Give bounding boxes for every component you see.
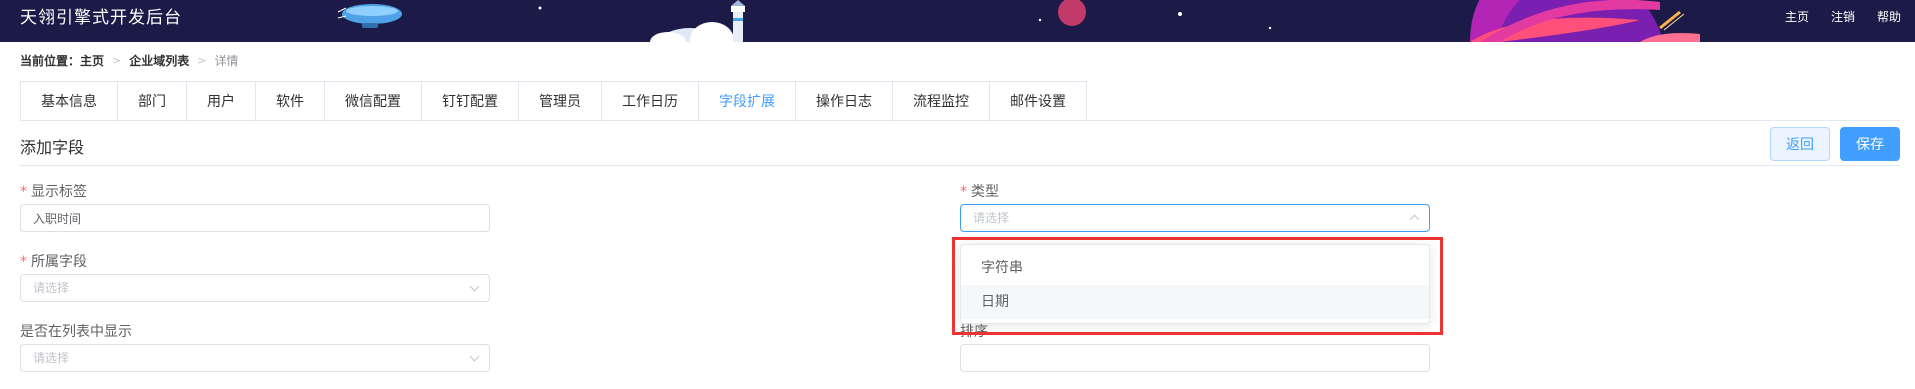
show-in-list-select[interactable]: [20, 344, 490, 372]
tab-mail-settings[interactable]: 邮件设置: [990, 82, 1086, 122]
breadcrumb: 当前位置： 主页 > 企业域列表 > 详情: [20, 52, 239, 69]
tab-field-extension[interactable]: 字段扩展: [699, 82, 796, 122]
tab-workflow-monitor[interactable]: 流程监控: [893, 82, 990, 122]
field-select[interactable]: [20, 274, 490, 302]
comet-icon: [1659, 10, 1685, 31]
chevron-right-icon: >: [112, 54, 122, 67]
tab-divider: [20, 120, 1900, 121]
planet-icon: [1058, 0, 1086, 26]
required-mark: *: [20, 254, 27, 270]
nav-help-link[interactable]: 帮助: [1877, 8, 1901, 25]
show-in-list-label: 是否在列表中显示: [20, 324, 132, 340]
tab-admins[interactable]: 管理员: [519, 82, 602, 122]
lighthouse-icon: [731, 0, 745, 42]
tab-department[interactable]: 部门: [118, 82, 187, 122]
sort-input[interactable]: [960, 344, 1430, 372]
required-mark: *: [960, 184, 967, 200]
tab-wechat-config[interactable]: 微信配置: [325, 82, 422, 122]
show-in-list-select-input[interactable]: [20, 344, 490, 372]
section-title: 添加字段: [20, 138, 85, 157]
type-select[interactable]: [960, 204, 1430, 232]
large-planet-icon: [1470, 0, 1700, 42]
type-label: * 类型: [960, 181, 999, 201]
top-header: 天翎引擎式开发后台 主页 注销 帮助: [0, 0, 1915, 42]
save-button[interactable]: 保存: [1840, 127, 1900, 161]
section-divider: [20, 165, 1900, 166]
display-label-label: * 显示标签: [20, 181, 87, 201]
tab-operation-log[interactable]: 操作日志: [796, 82, 893, 122]
app-title: 天翎引擎式开发后台: [20, 8, 182, 28]
display-label-input[interactable]: [20, 204, 490, 232]
required-mark: *: [20, 184, 27, 200]
tab-basic-info[interactable]: 基本信息: [21, 82, 118, 122]
tab-work-calendar[interactable]: 工作日历: [602, 82, 699, 122]
nav-home-link[interactable]: 主页: [1785, 8, 1809, 25]
type-option-string[interactable]: 字符串: [961, 251, 1429, 285]
type-option-date[interactable]: 日期: [961, 285, 1429, 319]
breadcrumb-label: 当前位置：: [20, 54, 81, 68]
airship-icon: [337, 4, 402, 28]
tab-users[interactable]: 用户: [187, 82, 256, 122]
chevron-right-icon: >: [197, 54, 207, 67]
type-label-text: 类型: [971, 184, 999, 200]
sort-label: 排序: [960, 324, 988, 340]
field-label: * 所属字段: [20, 251, 87, 271]
header-decoration: [337, 0, 1700, 42]
field-label-text: 所属字段: [31, 254, 87, 270]
breadcrumb-current: 详情: [214, 54, 239, 68]
field-select-input[interactable]: [20, 274, 490, 302]
tab-software[interactable]: 软件: [256, 82, 325, 122]
header-nav: 主页 注销 帮助: [1763, 8, 1901, 25]
tab-bar: 基本信息 部门 用户 软件 微信配置 钉钉配置 管理员 工作日历 字段扩展 操作…: [20, 81, 1087, 122]
back-button[interactable]: 返回: [1770, 127, 1830, 161]
display-label-text: 显示标签: [31, 184, 87, 200]
breadcrumb-domain-list[interactable]: 企业域列表: [129, 52, 189, 69]
type-dropdown: 字符串 日期: [960, 244, 1430, 324]
breadcrumb-home[interactable]: 主页: [80, 52, 104, 69]
tab-dingtalk-config[interactable]: 钉钉配置: [422, 82, 519, 122]
cloud-icon: [650, 22, 734, 42]
nav-logout-link[interactable]: 注销: [1831, 8, 1855, 25]
type-select-input[interactable]: [960, 204, 1430, 232]
